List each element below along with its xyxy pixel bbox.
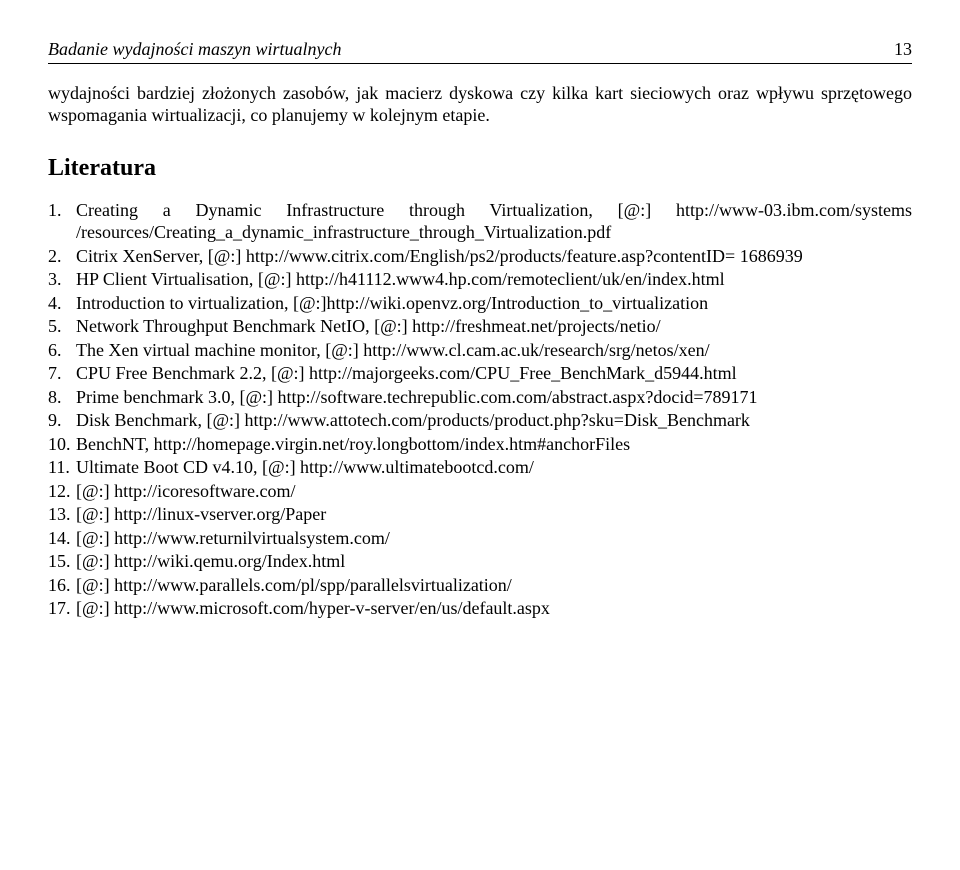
ref-number: 8.	[48, 386, 76, 409]
ref-text: [@:] http://www.microsoft.com/hyper-v-se…	[76, 597, 912, 620]
ref-number: 4.	[48, 292, 76, 315]
ref-text: Network Throughput Benchmark NetIO, [@:]…	[76, 315, 912, 338]
ref-text: The Xen virtual machine monitor, [@:] ht…	[76, 339, 912, 362]
ref-text: [@:] http://www.returnilvirtualsystem.co…	[76, 527, 912, 550]
list-item: 12.[@:] http://icoresoftware.com/	[48, 480, 912, 503]
section-heading-literatura: Literatura	[48, 153, 912, 183]
list-item: 11.Ultimate Boot CD v4.10, [@:] http://w…	[48, 456, 912, 479]
ref-text: CPU Free Benchmark 2.2, [@:] http://majo…	[76, 362, 912, 385]
list-item: 14.[@:] http://www.returnilvirtualsystem…	[48, 527, 912, 550]
ref-text: [@:] http://linux-vserver.org/Paper	[76, 503, 912, 526]
body-paragraph: wydajności bardziej złożonych zasobów, j…	[48, 82, 912, 127]
ref-number: 15.	[48, 550, 76, 573]
list-item: 4.Introduction to virtualization, [@:]ht…	[48, 292, 912, 315]
list-item: 2.Citrix XenServer, [@:] http://www.citr…	[48, 245, 912, 268]
list-item: 10.BenchNT, http://homepage.virgin.net/r…	[48, 433, 912, 456]
list-item: 15.[@:] http://wiki.qemu.org/Index.html	[48, 550, 912, 573]
ref-number: 10.	[48, 433, 76, 456]
header-title: Badanie wydajności maszyn wirtualnych	[48, 38, 341, 61]
ref-number: 11.	[48, 456, 76, 479]
list-item: 5.Network Throughput Benchmark NetIO, [@…	[48, 315, 912, 338]
ref-number: 14.	[48, 527, 76, 550]
page-header: Badanie wydajności maszyn wirtualnych 13	[48, 38, 912, 64]
list-item: 7.CPU Free Benchmark 2.2, [@:] http://ma…	[48, 362, 912, 385]
ref-number: 9.	[48, 409, 76, 432]
ref-text: BenchNT, http://homepage.virgin.net/roy.…	[76, 433, 912, 456]
ref-number: 17.	[48, 597, 76, 620]
ref-number: 6.	[48, 339, 76, 362]
ref-text: [@:] http://icoresoftware.com/	[76, 480, 912, 503]
list-item: 6.The Xen virtual machine monitor, [@:] …	[48, 339, 912, 362]
list-item: 16.[@:] http://www.parallels.com/pl/spp/…	[48, 574, 912, 597]
ref-text: Citrix XenServer, [@:] http://www.citrix…	[76, 245, 912, 268]
ref-text: Ultimate Boot CD v4.10, [@:] http://www.…	[76, 456, 912, 479]
ref-text: [@:] http://www.parallels.com/pl/spp/par…	[76, 574, 912, 597]
ref-number: 13.	[48, 503, 76, 526]
ref-number: 7.	[48, 362, 76, 385]
ref-number: 1.	[48, 199, 76, 222]
ref-text: Creating a Dynamic Infrastructure throug…	[76, 199, 912, 244]
ref-number: 16.	[48, 574, 76, 597]
list-item: 13.[@:] http://linux-vserver.org/Paper	[48, 503, 912, 526]
list-item: 17.[@:] http://www.microsoft.com/hyper-v…	[48, 597, 912, 620]
ref-text: Disk Benchmark, [@:] http://www.attotech…	[76, 409, 912, 432]
ref-number: 2.	[48, 245, 76, 268]
reference-list: 1.Creating a Dynamic Infrastructure thro…	[48, 199, 912, 620]
ref-number: 5.	[48, 315, 76, 338]
ref-text: [@:] http://wiki.qemu.org/Index.html	[76, 550, 912, 573]
ref-number: 12.	[48, 480, 76, 503]
list-item: 3.HP Client Virtualisation, [@:] http://…	[48, 268, 912, 291]
list-item: 9.Disk Benchmark, [@:] http://www.attote…	[48, 409, 912, 432]
page-number: 13	[894, 38, 912, 61]
list-item: 1.Creating a Dynamic Infrastructure thro…	[48, 199, 912, 244]
ref-text: Prime benchmark 3.0, [@:] http://softwar…	[76, 386, 912, 409]
ref-number: 3.	[48, 268, 76, 291]
ref-text: HP Client Virtualisation, [@:] http://h4…	[76, 268, 912, 291]
list-item: 8.Prime benchmark 3.0, [@:] http://softw…	[48, 386, 912, 409]
ref-text: Introduction to virtualization, [@:]http…	[76, 292, 912, 315]
